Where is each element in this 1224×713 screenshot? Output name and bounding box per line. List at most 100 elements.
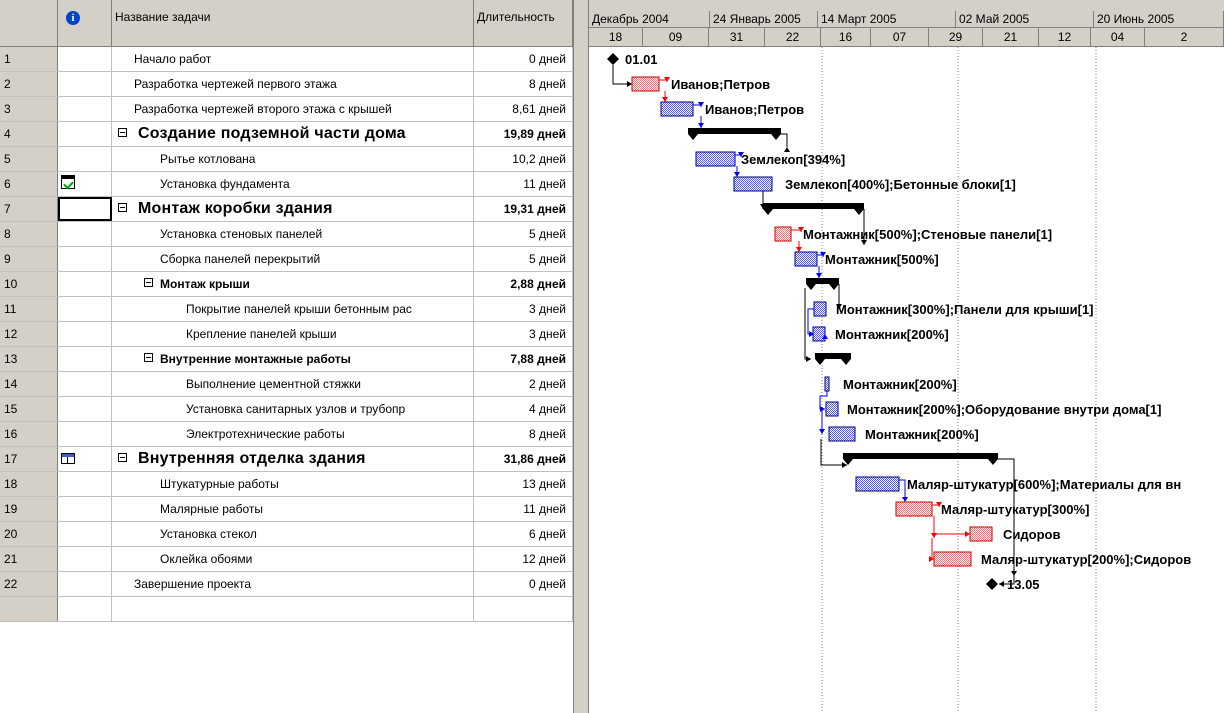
row-id[interactable] <box>0 597 58 621</box>
row-id[interactable]: 17 <box>0 447 58 471</box>
row-id[interactable]: 8 <box>0 222 58 246</box>
task-bar[interactable] <box>813 301 827 317</box>
header-duration[interactable]: Длительность <box>474 0 573 47</box>
task-row[interactable]: 14 Выполнение цементной стяжки 2 дней <box>0 372 573 397</box>
row-indicator[interactable] <box>58 72 112 96</box>
summary-bar[interactable] <box>763 203 864 215</box>
task-bar[interactable] <box>631 76 660 92</box>
view-splitter[interactable] <box>573 0 589 713</box>
row-task-name[interactable]: Внутренняя отделка здания <box>112 447 474 471</box>
task-row[interactable]: 15 Установка санитарных узлов и трубопр 4 … <box>0 397 573 422</box>
task-row[interactable]: 12 Крепление панелей крыши 3 дней <box>0 322 573 347</box>
row-id[interactable]: 22 <box>0 572 58 596</box>
summary-bar[interactable] <box>806 278 839 290</box>
row-indicator[interactable] <box>58 322 112 346</box>
task-bar[interactable] <box>660 101 694 117</box>
row-task-name[interactable]: Штукатурные работы <box>112 472 474 496</box>
task-row[interactable]: 4 Создание подземной части дома 19,89 дней <box>0 122 573 147</box>
row-task-name[interactable]: Установка фундамента <box>112 172 474 196</box>
task-bar[interactable] <box>825 401 839 417</box>
row-indicator[interactable] <box>58 97 112 121</box>
task-row[interactable]: 22 Завершение проекта 0 дней <box>0 572 573 597</box>
task-bar[interactable] <box>695 151 736 167</box>
row-duration[interactable]: 0 дней <box>474 47 573 71</box>
task-bar[interactable] <box>933 551 972 567</box>
row-indicator[interactable] <box>58 572 112 596</box>
row-task-name[interactable]: Сборка панелей перекрытий <box>112 247 474 271</box>
row-duration[interactable]: 11 дней <box>474 497 573 521</box>
summary-bar[interactable] <box>843 453 998 465</box>
row-task-name[interactable]: Крепление панелей крыши <box>112 322 474 346</box>
row-task-name[interactable]: Рытье котлована <box>112 147 474 171</box>
row-duration[interactable]: 7,88 дней <box>474 347 573 371</box>
row-indicator[interactable] <box>58 422 112 446</box>
row-indicator[interactable] <box>58 447 112 471</box>
row-task-name[interactable]: Выполнение цементной стяжки <box>112 372 474 396</box>
row-indicator[interactable] <box>58 197 112 221</box>
row-indicator[interactable] <box>58 247 112 271</box>
row-duration[interactable]: 3 дней <box>474 322 573 346</box>
row-id[interactable]: 6 <box>0 172 58 196</box>
task-row[interactable]: 9 Сборка панелей перекрытий 5 дней <box>0 247 573 272</box>
row-duration[interactable]: 5 дней <box>474 222 573 246</box>
task-row[interactable]: 8 Установка стеновых панелей 5 дней <box>0 222 573 247</box>
row-task-name[interactable]: Покрытие панелей крыши бетонным рас <box>112 297 474 321</box>
row-duration[interactable]: 8 дней <box>474 422 573 446</box>
row-id[interactable]: 13 <box>0 347 58 371</box>
row-indicator[interactable] <box>58 597 112 621</box>
row-task-name[interactable]: Начало работ <box>112 47 474 71</box>
row-id[interactable]: 18 <box>0 472 58 496</box>
row-indicator[interactable] <box>58 397 112 421</box>
collapse-toggle[interactable] <box>118 128 127 137</box>
row-id[interactable]: 1 <box>0 47 58 71</box>
row-id[interactable]: 4 <box>0 122 58 146</box>
row-task-name[interactable]: Оклейка обоями <box>112 547 474 571</box>
row-id[interactable]: 21 <box>0 547 58 571</box>
row-duration[interactable]: 8,61 дней <box>474 97 573 121</box>
row-duration[interactable]: 19,89 дней <box>474 122 573 146</box>
row-indicator[interactable] <box>58 47 112 71</box>
row-indicator[interactable] <box>58 522 112 546</box>
task-row[interactable]: 2 Разработка чертежей первого этажа 8 дней <box>0 72 573 97</box>
row-task-name[interactable] <box>112 597 474 621</box>
milestone-marker[interactable] <box>607 53 619 65</box>
row-duration[interactable]: 5 дней <box>474 247 573 271</box>
row-id[interactable]: 15 <box>0 397 58 421</box>
row-duration[interactable]: 19,31 дней <box>474 197 573 221</box>
task-row[interactable]: 10 Монтаж крыши 2,88 дней <box>0 272 573 297</box>
row-task-name[interactable]: Монтаж коробки здания <box>112 197 474 221</box>
task-bar[interactable] <box>824 376 830 392</box>
task-bar[interactable] <box>774 226 792 242</box>
task-row[interactable]: 18 Штукатурные работы 13 дней <box>0 472 573 497</box>
row-id[interactable]: 16 <box>0 422 58 446</box>
row-indicator[interactable] <box>58 472 112 496</box>
row-id[interactable]: 10 <box>0 272 58 296</box>
milestone-marker[interactable] <box>986 578 998 590</box>
task-bar[interactable] <box>828 426 856 442</box>
row-task-name[interactable]: Установка стеновых панелей <box>112 222 474 246</box>
row-task-name[interactable]: Разработка чертежей первого этажа <box>112 72 474 96</box>
task-row[interactable]: 16 Электротехнические работы 8 дней <box>0 422 573 447</box>
row-indicator[interactable] <box>58 272 112 296</box>
row-duration[interactable] <box>474 597 573 621</box>
header-indicators[interactable]: i <box>58 0 112 47</box>
row-duration[interactable]: 6 дней <box>474 522 573 546</box>
row-id[interactable]: 20 <box>0 522 58 546</box>
task-row[interactable]: 13 Внутренние монтажные работы 7,88 дней <box>0 347 573 372</box>
header-id[interactable] <box>0 0 58 47</box>
row-duration[interactable]: 11 дней <box>474 172 573 196</box>
row-task-name[interactable]: Установка санитарных узлов и трубопр <box>112 397 474 421</box>
row-duration[interactable]: 2,88 дней <box>474 272 573 296</box>
collapse-toggle[interactable] <box>144 278 153 287</box>
row-duration[interactable]: 8 дней <box>474 72 573 96</box>
task-bar[interactable] <box>969 526 993 542</box>
task-row[interactable]: 21 Оклейка обоями 12 дней <box>0 547 573 572</box>
row-duration[interactable]: 31,86 дней <box>474 447 573 471</box>
task-bar[interactable] <box>855 476 900 492</box>
row-task-name[interactable]: Создание подземной части дома <box>112 122 474 146</box>
row-id[interactable]: 7 <box>0 197 58 221</box>
row-indicator[interactable] <box>58 122 112 146</box>
task-row[interactable]: 3 Разработка чертежей второго этажа с кры… <box>0 97 573 122</box>
summary-bar[interactable] <box>815 353 851 365</box>
row-duration[interactable]: 0 дней <box>474 572 573 596</box>
